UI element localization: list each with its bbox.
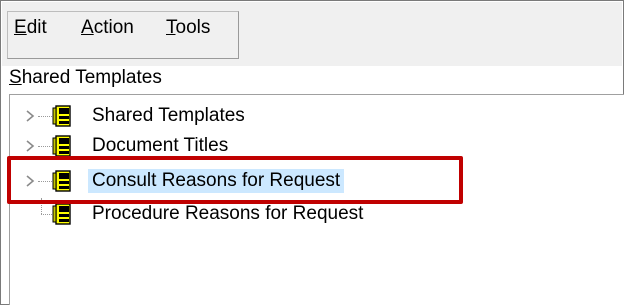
menu-action[interactable]: Action: [81, 17, 134, 39]
menu-bar: Edit Action Tools: [2, 2, 622, 66]
chevron-right-icon[interactable]: [24, 139, 36, 153]
menu-edit-mnemonic: E: [14, 17, 27, 38]
tree-item-label: Shared Templates: [92, 105, 245, 126]
menu-tools-mnemonic: T: [166, 17, 176, 38]
menu-action-rest: ction: [93, 17, 134, 38]
menu-edit[interactable]: Edit: [14, 17, 47, 39]
tree-connector: [38, 116, 52, 117]
folder-book-icon: [52, 135, 71, 157]
menu-edit-rest: dit: [26, 17, 47, 38]
folder-book-icon: [52, 203, 71, 225]
menu-tools-rest: ools: [175, 17, 211, 38]
chevron-right-icon[interactable]: [24, 109, 36, 123]
tree-connector: [38, 146, 52, 147]
template-window: Edit Action Tools Shared Templates Share…: [0, 0, 624, 305]
tree-item-label: Procedure Reasons for Request: [92, 203, 364, 224]
menu-tools[interactable]: Tools: [166, 17, 210, 39]
highlight-callout-box: [7, 156, 463, 204]
tree-item-label: Document Titles: [92, 135, 229, 156]
section-label: Shared Templates: [9, 67, 162, 89]
section-label-rest: hared Templates: [21, 67, 162, 88]
section-label-mnemonic: S: [9, 67, 22, 88]
tree-connector: [41, 214, 52, 215]
menu-action-mnemonic: A: [81, 17, 94, 38]
folder-book-icon: [52, 105, 71, 127]
tree-item-shared-templates[interactable]: Shared Templates: [10, 101, 610, 131]
